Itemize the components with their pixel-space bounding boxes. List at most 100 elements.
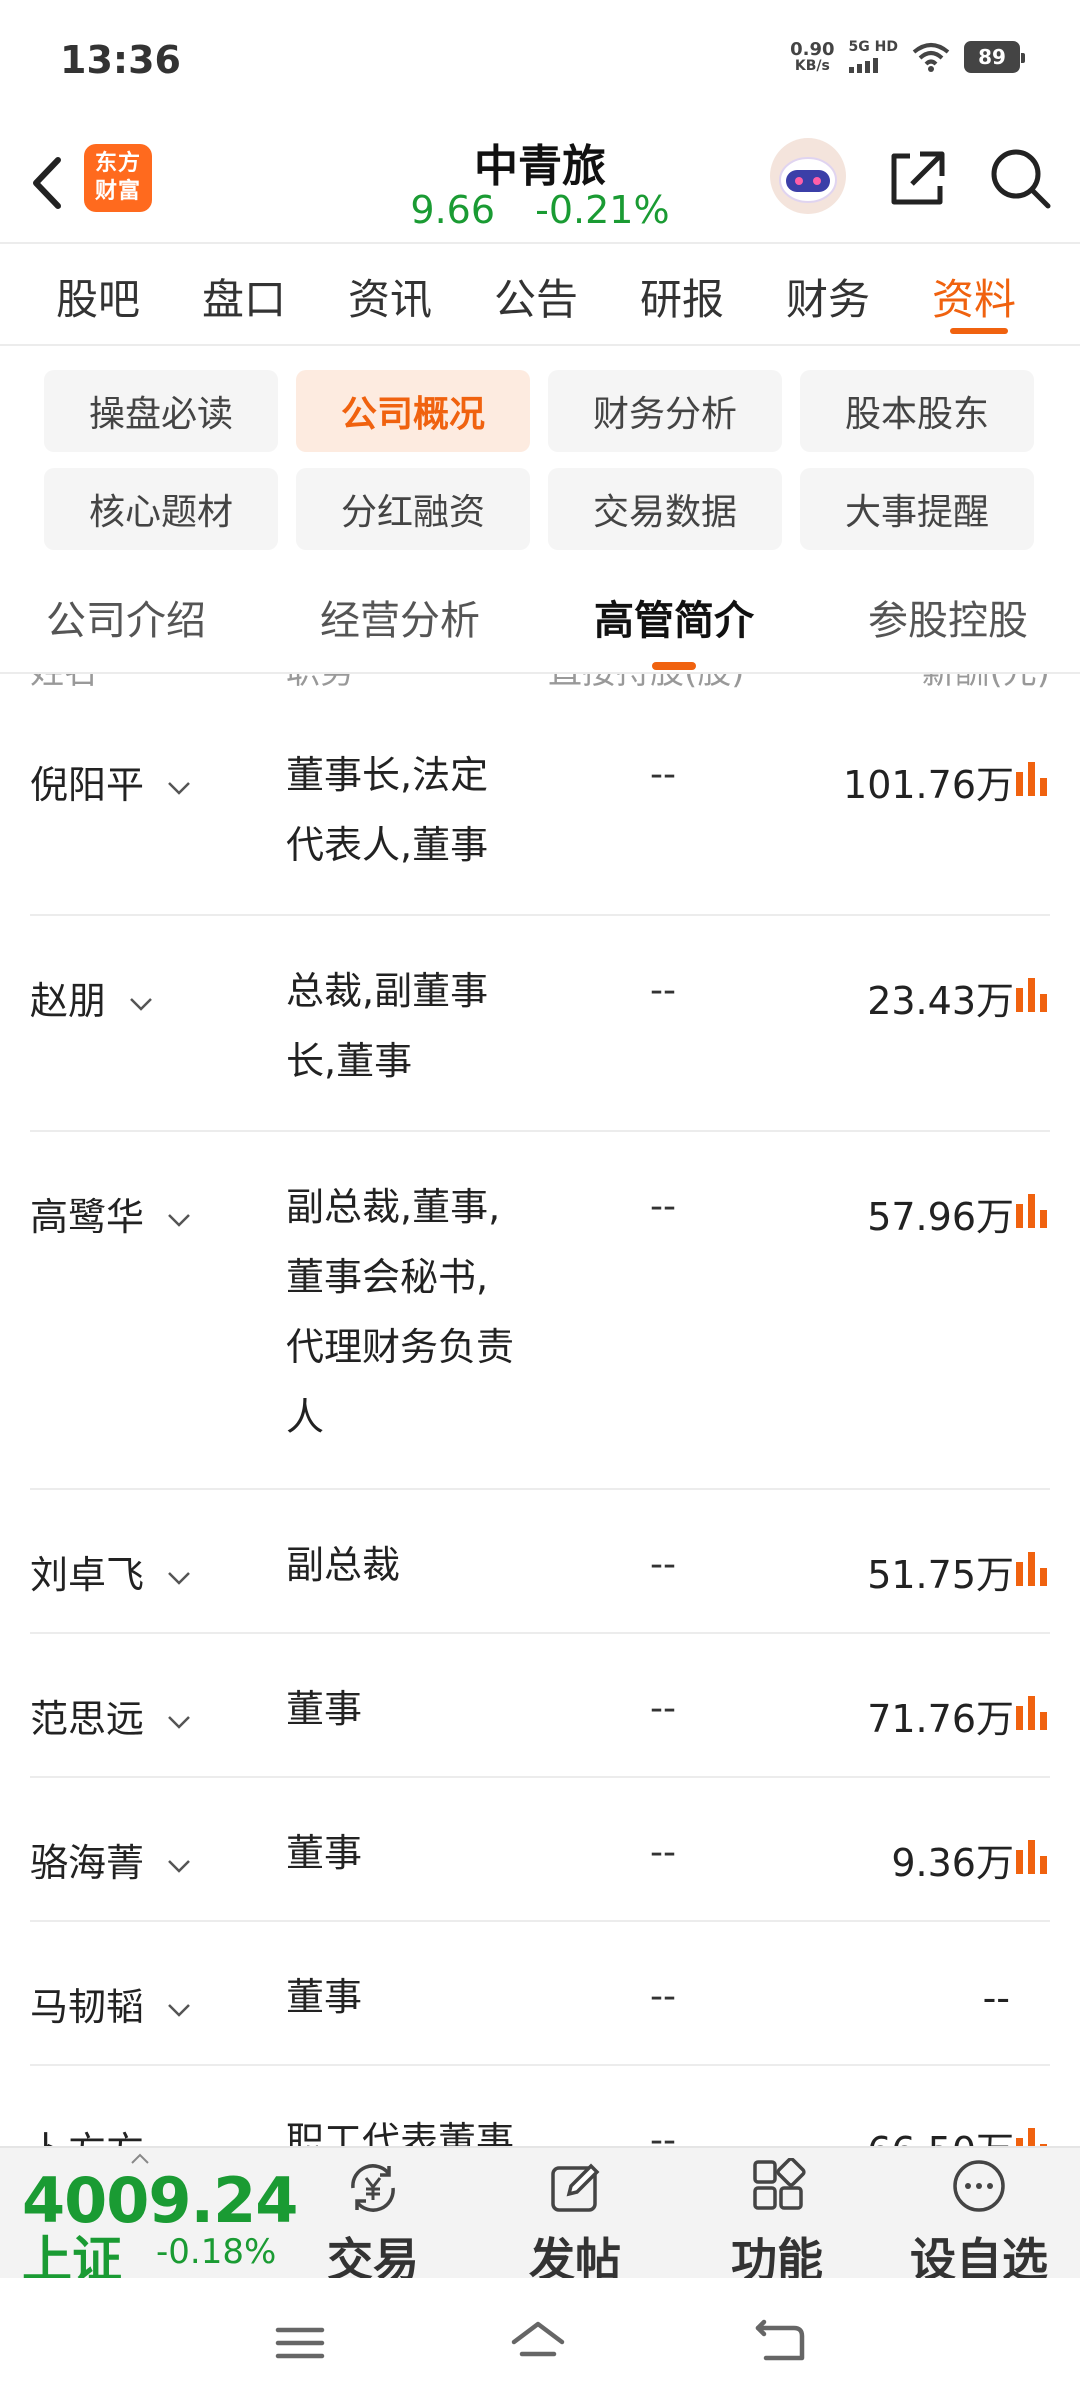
- pay-chart-icon[interactable]: [1014, 1190, 1050, 1230]
- section-tab-business-analysis[interactable]: 经营分析: [320, 588, 480, 646]
- functions-button[interactable]: 功能: [712, 2158, 842, 2287]
- chevron-down-icon[interactable]: [166, 1853, 192, 1879]
- battery-icon: 89: [964, 40, 1025, 73]
- active-tab-indicator: [950, 328, 1008, 334]
- executive-name-text: 刘卓飞: [30, 1553, 145, 1597]
- stock-change: -0.21%: [535, 188, 670, 232]
- tab-guba[interactable]: 股吧: [56, 266, 140, 327]
- executive-pay: 66.50万: [867, 2120, 1014, 2146]
- table-row[interactable]: 卜方方 职工代表董事 -- 66.50万: [30, 2066, 1050, 2146]
- chevron-down-icon[interactable]: [166, 1997, 192, 2023]
- pay-chart-icon[interactable]: [1014, 1836, 1050, 1876]
- more-icon: [953, 2160, 1005, 2212]
- chip-company-overview[interactable]: 公司概况: [296, 370, 530, 452]
- chevron-down-icon[interactable]: [128, 991, 154, 1017]
- pay-chart-icon[interactable]: [1014, 2124, 1050, 2146]
- caret-up-icon: [131, 2153, 149, 2164]
- pay-chart-icon[interactable]: [1014, 758, 1050, 798]
- chevron-down-icon[interactable]: [166, 1709, 192, 1735]
- chip-major-events[interactable]: 大事提醒: [800, 468, 1034, 550]
- status-indicators: 0.90 KB/s 5G HD 89: [790, 40, 1025, 73]
- table-row[interactable]: 倪阳平 董事长,法定 代表人,董事 -- 101.76万: [30, 674, 1050, 916]
- pay-chart-icon[interactable]: [1014, 1692, 1050, 1732]
- executive-pay: 57.96万: [867, 1195, 1014, 1239]
- add-watchlist-button[interactable]: 设自选: [894, 2158, 1064, 2287]
- executive-name-text: 卜方方: [30, 2129, 144, 2146]
- bottom-toolbar: 4009.24 上证 -0.18% 交易 发帖 功能 设自选: [0, 2146, 1080, 2289]
- position-line: 副总裁: [286, 1543, 401, 1587]
- executive-holding: --: [650, 970, 676, 1011]
- executive-holding: --: [650, 754, 676, 795]
- executive-holding: --: [650, 1832, 676, 1873]
- pay-chart-icon[interactable]: [1014, 1548, 1050, 1588]
- section-tab-company-intro[interactable]: 公司介绍: [46, 588, 206, 646]
- executive-pay: 23.43万: [867, 979, 1014, 1023]
- tab-research[interactable]: 研报: [640, 266, 724, 327]
- executive-name[interactable]: 卜方方: [30, 2120, 192, 2146]
- pay-chart-icon[interactable]: [1014, 974, 1050, 1014]
- executive-name[interactable]: 高鹭华: [30, 1186, 192, 1241]
- section-tab-executives[interactable]: 高管简介: [594, 588, 754, 646]
- menu-icon[interactable]: [270, 2318, 330, 2368]
- position-line: 人: [286, 1395, 325, 1439]
- index-change: -0.18%: [156, 2232, 277, 2272]
- table-row[interactable]: 骆海菁 董事 -- 9.36万: [30, 1778, 1050, 1922]
- wifi-icon: [912, 42, 950, 72]
- position-line: 代理财务负责: [286, 1325, 515, 1369]
- position-line: 董事会秘书,: [286, 1255, 489, 1299]
- chip-shareholders[interactable]: 股本股东: [800, 370, 1034, 452]
- chevron-down-icon[interactable]: [166, 1565, 192, 1591]
- executive-name-text: 范思远: [30, 1697, 145, 1741]
- executive-position: 董事: [286, 1962, 576, 2032]
- executive-name-text: 骆海菁: [30, 1841, 145, 1885]
- search-icon[interactable]: [984, 142, 1056, 214]
- executive-name[interactable]: 赵朋: [30, 970, 154, 1025]
- executive-pay: --: [982, 1976, 1010, 2020]
- executive-name-text: 赵朋: [30, 979, 107, 1023]
- chip-dividend-financing[interactable]: 分红融资: [296, 468, 530, 550]
- table-row[interactable]: 范思远 董事 -- 71.76万: [30, 1634, 1050, 1778]
- executive-holding: --: [650, 1976, 676, 2017]
- executive-name[interactable]: 范思远: [30, 1688, 192, 1743]
- executive-name[interactable]: 倪阳平: [30, 754, 192, 809]
- chip-trading-guide[interactable]: 操盘必读: [44, 370, 278, 452]
- ai-assistant-icon[interactable]: [768, 136, 848, 216]
- executives-table: 姓名 职务 直接持股(股) 薪酬(元) 倪阳平 董事长,法定 代表人,董事 --…: [0, 674, 1080, 2146]
- signal-icon: 5G HD: [848, 40, 898, 73]
- executive-position: 副总裁,董事, 董事会秘书, 代理财务负责 人: [286, 1172, 576, 1452]
- executive-name-text: 倪阳平: [30, 763, 145, 807]
- table-row[interactable]: 刘卓飞 副总裁 -- 51.75万: [30, 1490, 1050, 1634]
- trade-button[interactable]: 交易: [308, 2158, 438, 2287]
- executive-name[interactable]: 马韧韬: [30, 1976, 192, 2031]
- home-icon[interactable]: [508, 2318, 568, 2368]
- chip-trading-data[interactable]: 交易数据: [548, 468, 782, 550]
- back-nav-icon[interactable]: [750, 2318, 810, 2368]
- status-time: 13:36: [60, 38, 181, 82]
- tab-news[interactable]: 资讯: [348, 266, 432, 327]
- chip-financial-analysis[interactable]: 财务分析: [548, 370, 782, 452]
- table-row[interactable]: 赵朋 总裁,副董事 长,董事 -- 23.43万: [30, 916, 1050, 1132]
- tab-announcements[interactable]: 公告: [494, 266, 578, 327]
- executive-position: 副总裁: [286, 1530, 576, 1600]
- executive-name[interactable]: 刘卓飞: [30, 1544, 192, 1599]
- table-row[interactable]: 马韧韬 董事 -- --: [30, 1922, 1050, 2066]
- share-icon[interactable]: [880, 142, 952, 214]
- tab-profile[interactable]: 资料: [932, 266, 1016, 327]
- executive-name[interactable]: 骆海菁: [30, 1832, 192, 1887]
- main-tabs: 股吧 盘口 资讯 公告 研报 财务 资料: [0, 244, 1080, 344]
- chevron-down-icon[interactable]: [166, 775, 192, 801]
- executive-holding: --: [650, 2120, 676, 2146]
- tab-pankou[interactable]: 盘口: [202, 266, 286, 327]
- executive-position: 职工代表董事: [286, 2106, 576, 2146]
- position-line: 董事: [286, 1687, 363, 1731]
- chip-core-themes[interactable]: 核心题材: [44, 468, 278, 550]
- section-tab-holdings[interactable]: 参股控股: [868, 588, 1028, 646]
- position-line: 副总裁,董事,: [286, 1185, 501, 1229]
- tab-finance[interactable]: 财务: [786, 266, 870, 327]
- post-button[interactable]: 发帖: [510, 2158, 640, 2287]
- chevron-down-icon[interactable]: [166, 1207, 192, 1233]
- position-line: 总裁,副董事: [286, 969, 489, 1013]
- network-speed: 0.90 KB/s: [790, 40, 834, 73]
- section-tab-indicator: [652, 662, 696, 670]
- table-row[interactable]: 高鹭华 副总裁,董事, 董事会秘书, 代理财务负责 人 -- 57.96万: [30, 1132, 1050, 1490]
